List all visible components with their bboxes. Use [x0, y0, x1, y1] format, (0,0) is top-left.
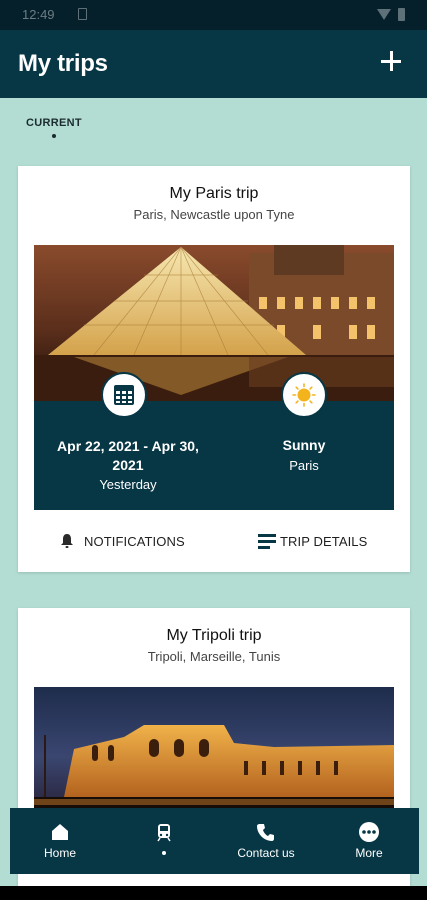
trip-card-paris[interactable]: My Paris trip Paris, Newcastle upon Tyne — [18, 166, 410, 572]
nav-home-label: Home — [43, 846, 76, 860]
louvre-pyramid-illustration — [34, 245, 394, 401]
app-bar: My trips — [0, 30, 427, 98]
trip-details-label: TRIP DETAILS — [280, 534, 368, 549]
home-icon — [52, 824, 68, 840]
wifi-icon — [377, 9, 391, 20]
nav-more-label: More — [355, 846, 383, 860]
date-badge — [101, 372, 147, 418]
trip-relative-date: Yesterday — [99, 477, 157, 492]
system-gesture-bar — [0, 886, 427, 900]
nav-home[interactable]: Home — [28, 808, 92, 874]
weather-condition: Sunny — [282, 437, 326, 453]
trip-info-panel: Apr 22, 2021 - Apr 30, 2021 Yesterday Su… — [34, 372, 394, 510]
status-bar: 12:49 — [0, 0, 427, 30]
weather-city: Paris — [289, 458, 319, 473]
tripoli-castle-illustration — [34, 687, 394, 827]
bottom-navigation: Home Contact us More — [10, 808, 419, 874]
tram-icon — [157, 824, 171, 842]
notification-icon — [78, 8, 87, 20]
nav-contact[interactable]: Contact us — [232, 808, 300, 874]
more-icon — [359, 822, 379, 842]
nav-active-indicator — [162, 851, 166, 855]
nav-trips[interactable] — [132, 808, 196, 874]
nav-contact-label: Contact us — [237, 846, 295, 860]
notifications-label: NOTIFICATIONS — [84, 534, 185, 549]
weather-badge — [281, 372, 327, 418]
page-title: My trips — [18, 50, 108, 77]
trip-dates: Apr 22, 2021 - Apr 30, 2021 — [57, 438, 199, 473]
tab-indicator — [52, 134, 56, 138]
nav-more[interactable]: More — [338, 808, 400, 874]
trip-title: My Paris trip — [169, 185, 259, 202]
phone-icon — [257, 824, 274, 841]
add-trip-button[interactable] — [381, 51, 401, 71]
status-time: 12:49 — [22, 7, 55, 22]
list-icon — [258, 534, 276, 549]
tab-current[interactable]: CURRENT — [26, 117, 82, 129]
bell-icon — [61, 534, 73, 548]
trip-title: My Tripoli trip — [166, 627, 262, 644]
sun-icon — [292, 383, 316, 407]
calendar-icon — [114, 385, 134, 405]
trip-cities: Paris, Newcastle upon Tyne — [133, 207, 295, 222]
trip-photo-tripoli — [34, 687, 394, 827]
trip-cities: Tripoli, Marseille, Tunis — [147, 649, 281, 664]
battery-icon — [398, 8, 405, 21]
trip-photo-paris — [34, 245, 394, 401]
